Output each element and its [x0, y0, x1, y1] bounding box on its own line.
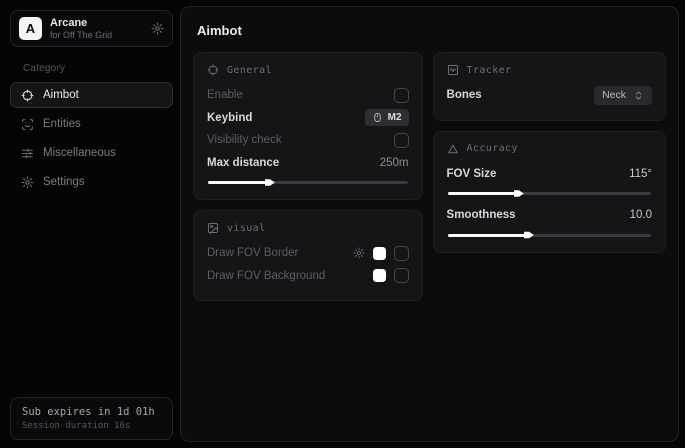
visibility-check-label: Visibility check	[207, 134, 282, 146]
draw-fov-background-label: Draw FOV Background	[207, 270, 325, 282]
expand-icon	[633, 90, 644, 101]
sidebar-item-label: Aimbot	[43, 89, 79, 101]
triangle-icon	[447, 143, 459, 155]
visual-header: visual	[227, 223, 266, 234]
fov-background-checkbox[interactable]	[394, 268, 409, 283]
smoothness-label: Smoothness	[447, 209, 516, 221]
accuracy-card: Accuracy FOV Size 115° Smoothness 10.0	[433, 131, 666, 253]
enable-row: Enable	[207, 84, 409, 107]
smoothness-slider[interactable]	[448, 234, 651, 237]
tracker-card: Tracker Bones Neck	[433, 52, 666, 121]
draw-fov-border-row: Draw FOV Border	[207, 242, 409, 265]
draw-fov-border-label: Draw FOV Border	[207, 247, 298, 259]
keybind-value: M2	[388, 112, 402, 123]
max-distance-slider-thumb[interactable]	[265, 178, 275, 188]
fov-size-value: 115°	[629, 168, 652, 180]
fov-border-color-swatch[interactable]	[373, 247, 386, 260]
fov-size-slider[interactable]	[448, 192, 651, 195]
fov-size-label: FOV Size	[447, 168, 497, 180]
crosshair-icon	[21, 89, 34, 102]
sidebar-nav: Aimbot Entities Miscellaneous	[10, 82, 173, 195]
fov-border-checkbox[interactable]	[394, 246, 409, 261]
sub-expiry-text: Sub expires in 1d 01h	[22, 406, 161, 418]
sidebar-item-miscellaneous[interactable]: Miscellaneous	[10, 140, 173, 166]
fov-size-slider-thumb[interactable]	[514, 189, 524, 199]
keybind-button[interactable]: M2	[365, 109, 409, 126]
sidebar-item-entities[interactable]: Entities	[10, 111, 173, 137]
brand-name: Arcane	[50, 17, 143, 30]
visibility-check-checkbox[interactable]	[394, 133, 409, 148]
general-card: General Enable Keybind M2	[193, 52, 423, 200]
brand-logo: A	[19, 17, 42, 40]
accuracy-header: Accuracy	[467, 143, 518, 154]
visual-icon	[207, 222, 219, 234]
bones-select[interactable]: Neck	[594, 86, 652, 105]
fov-size-row: FOV Size 115°	[447, 163, 652, 186]
gear-icon	[21, 176, 34, 189]
fov-background-color-swatch[interactable]	[373, 269, 386, 282]
max-distance-slider-fill	[208, 181, 268, 184]
bones-selected-value: Neck	[602, 89, 626, 101]
sidebar-item-settings[interactable]: Settings	[10, 169, 173, 195]
max-distance-value: 250m	[380, 157, 409, 169]
category-label: Category	[23, 63, 173, 74]
smoothness-slider-thumb[interactable]	[524, 230, 534, 240]
tracker-icon	[447, 64, 459, 76]
fov-border-settings-gear-icon[interactable]	[353, 247, 365, 259]
enable-checkbox[interactable]	[394, 88, 409, 103]
scan-face-icon	[21, 118, 34, 131]
draw-fov-background-row: Draw FOV Background	[207, 265, 409, 288]
max-distance-row: Max distance 250m	[207, 152, 409, 175]
sidebar-item-label: Entities	[43, 118, 81, 130]
general-header: General	[227, 65, 272, 76]
sliders-icon	[21, 147, 34, 160]
smoothness-row: Smoothness 10.0	[447, 204, 652, 227]
brand-card: A Arcane for Off The Grid	[10, 10, 173, 47]
keybind-row: Keybind M2	[207, 107, 409, 130]
sidebar-item-label: Settings	[43, 176, 85, 188]
keybind-label: Keybind	[207, 112, 252, 124]
sidebar-item-aimbot[interactable]: Aimbot	[10, 82, 173, 108]
session-card: Sub expires in 1d 01h Session duration 1…	[10, 397, 173, 440]
main-panel: Aimbot General Enable	[180, 6, 679, 442]
smoothness-value: 10.0	[630, 209, 652, 221]
max-distance-label: Max distance	[207, 157, 279, 169]
mouse-icon	[372, 112, 383, 123]
bones-row: Bones Neck	[447, 84, 652, 107]
sidebar-item-label: Miscellaneous	[43, 147, 116, 159]
sidebar: A Arcane for Off The Grid Category Aimbo…	[10, 10, 173, 440]
page-title: Aimbot	[197, 23, 666, 38]
max-distance-slider[interactable]	[208, 181, 408, 184]
enable-label: Enable	[207, 89, 243, 101]
crosshair-icon	[207, 64, 219, 76]
smoothness-slider-fill	[448, 234, 527, 237]
bones-label: Bones	[447, 89, 482, 101]
fov-size-slider-fill	[448, 192, 517, 195]
brand-subtitle: for Off The Grid	[50, 30, 143, 40]
visibility-check-row: Visibility check	[207, 129, 409, 152]
visual-card: visual Draw FOV Border	[193, 210, 423, 301]
session-duration-text: Session duration 16s	[22, 421, 161, 431]
brand-settings-gear-icon[interactable]	[151, 22, 164, 35]
tracker-header: Tracker	[467, 65, 512, 76]
